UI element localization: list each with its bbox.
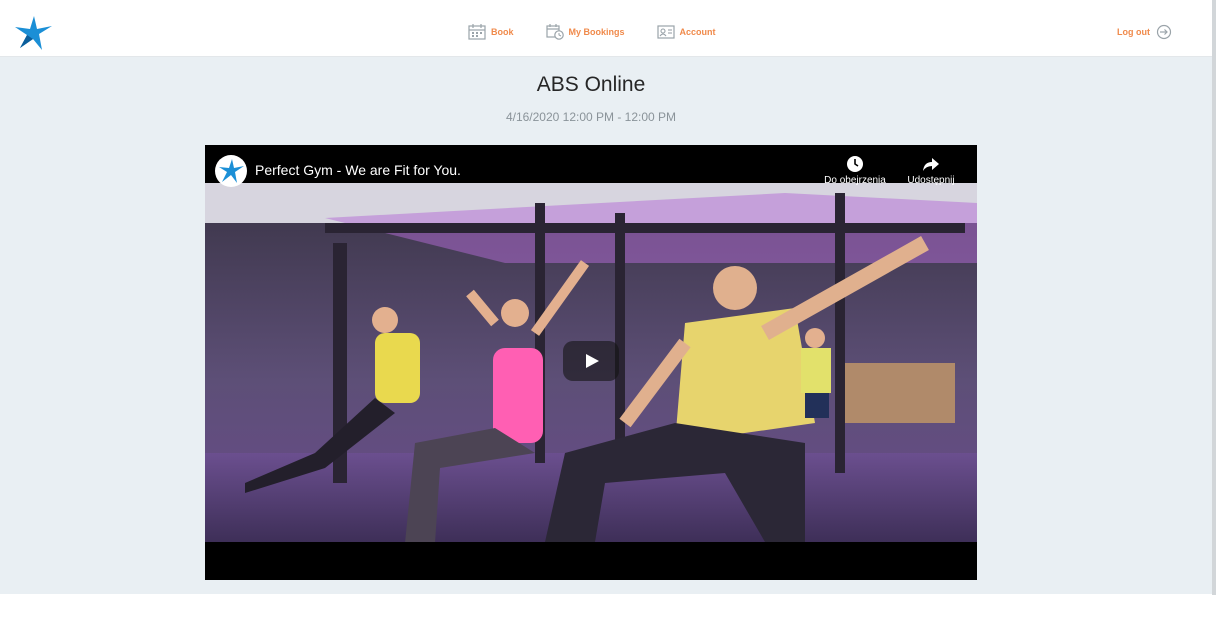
nav-book-label: Book bbox=[491, 27, 514, 37]
calendar-clock-icon bbox=[545, 24, 564, 40]
share-button[interactable]: Udostępnij bbox=[895, 155, 967, 186]
session-date: 4/16/2020 12:00 PM - 12:00 PM bbox=[505, 110, 677, 124]
logout-icon bbox=[1156, 24, 1172, 40]
main-nav: Book My Bookings Account bbox=[468, 22, 748, 42]
video-header: Perfect Gym - We are Fit for You. Do obe… bbox=[205, 145, 977, 187]
video-player[interactable]: Perfect Gym - We are Fit for You. Do obe… bbox=[205, 145, 977, 580]
logout-button[interactable]: Log out bbox=[1117, 22, 1172, 42]
star-logo-icon[interactable] bbox=[12, 12, 54, 54]
top-navigation-bar: Book My Bookings Account Log out bbox=[0, 8, 1212, 57]
watch-later-label: Do obejrzenia bbox=[824, 175, 886, 186]
nav-book[interactable]: Book bbox=[468, 22, 514, 42]
logout-label: Log out bbox=[1117, 27, 1150, 37]
nav-my-bookings-label: My Bookings bbox=[568, 27, 625, 37]
id-card-icon bbox=[656, 25, 675, 39]
clock-icon bbox=[847, 156, 863, 172]
nav-account-label: Account bbox=[679, 27, 716, 37]
share-label: Udostępnij bbox=[907, 175, 955, 186]
video-title[interactable]: Perfect Gym - We are Fit for You. bbox=[255, 162, 461, 178]
page-title: ABS Online bbox=[536, 73, 646, 96]
share-arrow-icon bbox=[923, 158, 939, 171]
play-button[interactable] bbox=[563, 341, 619, 381]
calendar-icon bbox=[468, 24, 486, 40]
nav-my-bookings[interactable]: My Bookings bbox=[545, 22, 625, 42]
channel-avatar-icon[interactable] bbox=[215, 155, 247, 187]
nav-account[interactable]: Account bbox=[656, 22, 716, 42]
page-scrollbar[interactable] bbox=[1212, 0, 1216, 595]
watch-later-button[interactable]: Do obejrzenia bbox=[819, 155, 891, 186]
